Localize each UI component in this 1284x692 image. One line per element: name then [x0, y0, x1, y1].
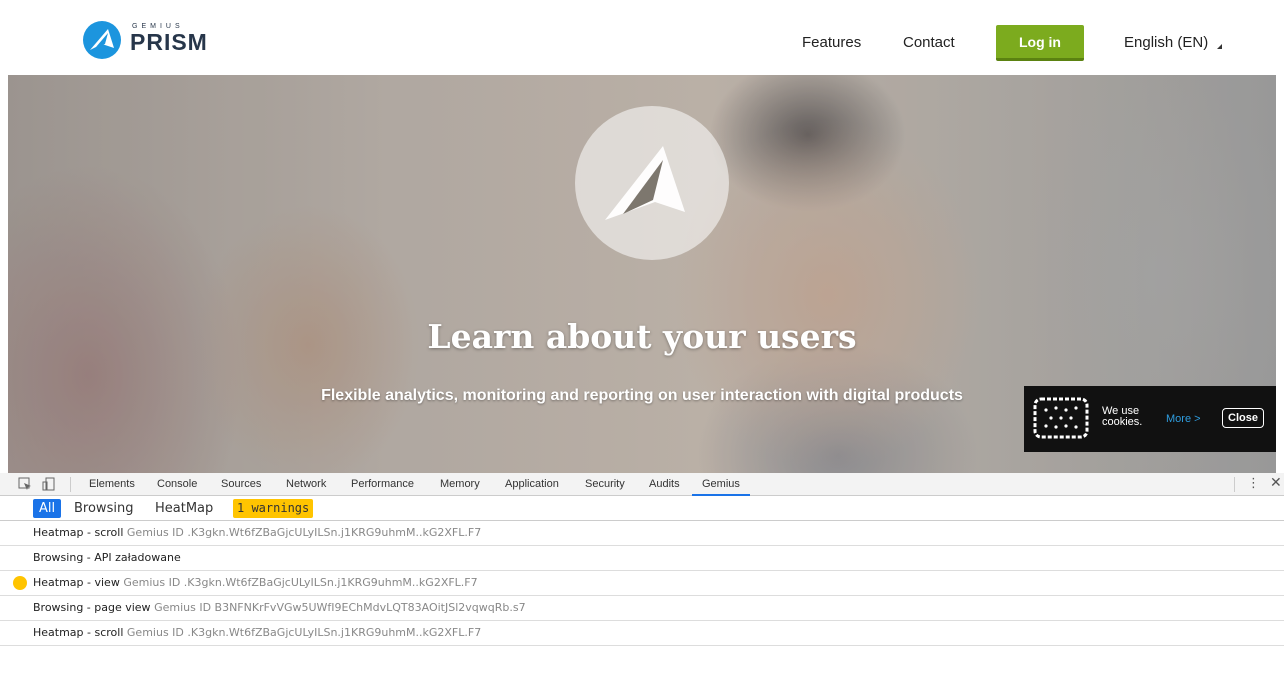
warning-dot-icon	[13, 576, 27, 590]
language-label: English (EN)	[1124, 34, 1209, 51]
log-row[interactable]: Browsing - page view Gemius ID B3NFNKrFv…	[0, 596, 1284, 621]
cookie-message: We use cookies.	[1102, 405, 1143, 428]
tab-security[interactable]: Security	[585, 478, 625, 490]
log-label: Browsing - page view	[33, 601, 151, 614]
log-label: Heatmap - scroll	[33, 526, 124, 539]
logo-title: PRISM	[130, 29, 208, 55]
filter-all-button[interactable]: All	[33, 499, 62, 518]
cookie-close-button[interactable]: Close	[1222, 408, 1264, 428]
log-row[interactable]: Heatmap - scroll Gemius ID .K3gkn.Wt6fZB…	[0, 621, 1284, 646]
top-navigation: GEMIUS PRISM Features Contact Log in Eng…	[0, 0, 1284, 75]
log-entry: Heatmap - scroll Gemius ID .K3gkn.Wt6fZB…	[33, 521, 481, 545]
tab-sources[interactable]: Sources	[221, 478, 261, 490]
log-detail: Gemius ID .K3gkn.Wt6fZBaGjcULyILSn.j1KRG…	[126, 626, 482, 639]
logo-text: GEMIUS PRISM	[130, 20, 220, 60]
log-row[interactable]: Heatmap - view Gemius ID .K3gkn.Wt6fZBaG…	[0, 571, 1284, 596]
log-detail: Gemius ID B3NFNKrFvVGw5UWfI9EChMdvLQT83A…	[154, 601, 526, 614]
log-label: Heatmap - view	[33, 576, 120, 589]
tab-elements[interactable]: Elements	[89, 478, 135, 490]
prism-triangle-icon	[605, 146, 685, 220]
log-row[interactable]: Browsing - API załadowane	[0, 546, 1284, 571]
log-entry: Browsing - API załadowane	[33, 546, 181, 570]
cookie-notice: We use cookies. More > Close	[1024, 386, 1276, 452]
cookie-icon	[1033, 397, 1089, 439]
tab-application[interactable]: Application	[505, 478, 559, 490]
tab-network[interactable]: Network	[286, 478, 326, 490]
devtools-panel: Elements Console Sources Network Perform…	[0, 473, 1284, 692]
filter-browsing-button[interactable]: Browsing	[74, 501, 133, 516]
inspect-element-icon[interactable]	[18, 477, 32, 491]
log-label: Heatmap - scroll	[33, 626, 124, 639]
device-toolbar-icon[interactable]	[42, 477, 56, 491]
language-selector[interactable]: English (EN)	[1124, 34, 1223, 51]
filter-heatmap-button[interactable]: HeatMap	[155, 501, 213, 516]
nav-features-link[interactable]: Features	[802, 34, 861, 51]
prism-logo-icon	[83, 21, 121, 59]
tab-audits[interactable]: Audits	[649, 478, 680, 490]
log-detail: Gemius ID .K3gkn.Wt6fZBaGjcULyILSn.j1KRG…	[123, 576, 478, 589]
log-detail: Gemius ID .K3gkn.Wt6fZBaGjcULyILSn.j1KRG…	[126, 526, 482, 539]
cookie-more-link[interactable]: More >	[1166, 413, 1201, 425]
toolbar-divider-right	[1234, 477, 1235, 492]
log-entry: Browsing - page view Gemius ID B3NFNKrFv…	[33, 596, 526, 620]
log-entry: Heatmap - view Gemius ID .K3gkn.Wt6fZBaG…	[33, 571, 478, 595]
nav-contact-link[interactable]: Contact	[903, 34, 955, 51]
gemius-filter-bar: All Browsing HeatMap 1 warnings	[0, 496, 1284, 521]
close-devtools-icon[interactable]: ✕	[1270, 475, 1282, 491]
log-row[interactable]: Heatmap - scroll Gemius ID .K3gkn.Wt6fZB…	[0, 521, 1284, 546]
more-options-icon[interactable]: ⋮	[1247, 476, 1260, 491]
tab-console[interactable]: Console	[157, 478, 197, 490]
tab-gemius[interactable]: Gemius	[702, 478, 740, 490]
tab-performance[interactable]: Performance	[351, 478, 414, 490]
login-button[interactable]: Log in	[996, 25, 1084, 61]
hero-title: Learn about your users	[427, 317, 857, 356]
toolbar-divider	[70, 477, 71, 492]
log-entry: Heatmap - scroll Gemius ID .K3gkn.Wt6fZB…	[33, 621, 481, 645]
caret-down-icon	[1217, 44, 1223, 49]
devtools-tab-bar: Elements Console Sources Network Perform…	[0, 473, 1284, 496]
gemius-prism-logo[interactable]: GEMIUS PRISM	[82, 20, 220, 60]
log-label: Browsing - API załadowane	[33, 551, 181, 564]
warnings-badge[interactable]: 1 warnings	[233, 499, 314, 518]
tab-memory[interactable]: Memory	[440, 478, 480, 490]
